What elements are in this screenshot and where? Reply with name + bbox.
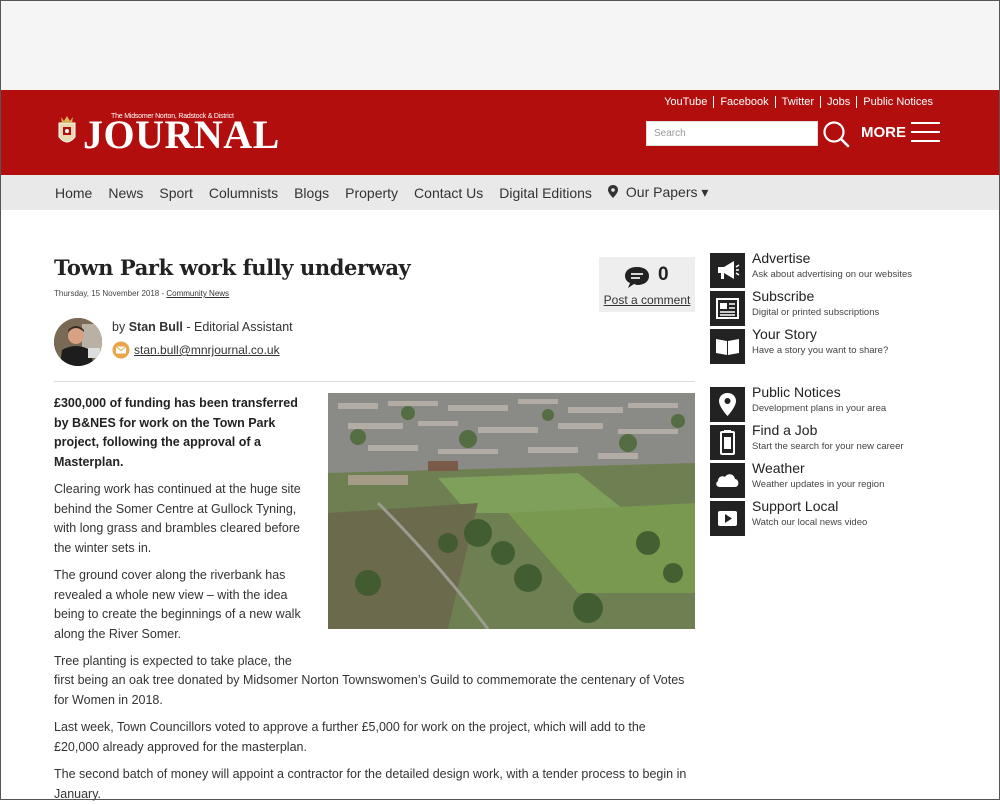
nav-item-home[interactable]: Home <box>55 185 92 201</box>
crest-icon <box>58 116 76 143</box>
article-title: Town Park work fully underway <box>54 255 411 280</box>
nav-item-our-papers[interactable]: Our Papers ▾ <box>607 184 709 201</box>
sidebar-item-title: Find a Job <box>752 422 818 438</box>
sidebar-item-title: Support Local <box>752 498 839 514</box>
site-header: The Midsomer Norton, Radstock & District… <box>1 90 999 175</box>
sidebar-item-find-a-job[interactable]: Find a Job Start the search for your new… <box>710 422 970 460</box>
sidebar-item-title: Advertise <box>752 250 811 266</box>
author-photo-icon <box>54 318 102 366</box>
sidebar-item-title: Your Story <box>752 326 817 342</box>
nav-item-property[interactable]: Property <box>345 185 398 201</box>
sidebar-item-weather[interactable]: Weather Weather updates in your region <box>710 460 970 498</box>
ad-banner-area <box>1 1 999 90</box>
aerial-town-photo <box>328 393 695 629</box>
sidebar-item-advertise[interactable]: Advertise Ask about advertising on our w… <box>710 250 970 288</box>
top-link-twitter[interactable]: Twitter <box>774 96 820 108</box>
author-email-link[interactable]: stan.bull@mnrjournal.co.uk <box>134 343 280 357</box>
article-paragraph-4: Last week, Town Councillors voted to app… <box>54 720 646 754</box>
article-category-link[interactable]: Community News <box>166 289 229 298</box>
article-paragraph-5: The second batch of money will appoint a… <box>54 767 687 801</box>
more-menu-label[interactable]: MORE <box>861 124 906 141</box>
site-logo[interactable]: The Midsomer Norton, Radstock & District… <box>55 110 279 155</box>
top-link-youtube[interactable]: YouTube <box>658 96 713 108</box>
email-icon <box>112 341 130 359</box>
book-icon <box>710 329 745 364</box>
post-comment-link[interactable]: Post a comment <box>599 293 695 307</box>
sidebar-item-subtitle: Ask about advertising on our websites <box>752 269 913 280</box>
top-links: YouTube Facebook Twitter Jobs Public Not… <box>658 96 939 108</box>
nav-item-columnists[interactable]: Columnists <box>209 185 278 201</box>
newspaper-icon <box>710 291 745 326</box>
briefcase-icon <box>710 425 745 460</box>
author-avatar <box>54 318 102 366</box>
author-role: - Editorial Assistant <box>186 320 293 334</box>
sidebar-item-subtitle: Have a story you want to share? <box>752 345 889 356</box>
byline-prefix: by <box>112 320 126 334</box>
top-link-facebook[interactable]: Facebook <box>713 96 774 108</box>
video-play-icon <box>710 501 745 536</box>
top-link-public-notices[interactable]: Public Notices <box>856 96 939 108</box>
article-paragraph-3b: first being an oak tree donated by Midso… <box>54 673 685 707</box>
sidebar-item-subtitle: Development plans in your area <box>752 403 887 414</box>
sidebar-item-subtitle: Start the search for your new career <box>752 441 904 452</box>
megaphone-icon <box>710 253 745 288</box>
location-pin-icon <box>607 185 618 198</box>
article-meta: Thursday, 15 November 2018 - Community N… <box>54 289 230 298</box>
sidebar-item-title: Public Notices <box>752 384 841 400</box>
author-byline: by Stan Bull - Editorial Assistant <box>112 320 293 334</box>
nav-item-news[interactable]: News <box>108 185 143 201</box>
sidebar-item-your-story[interactable]: Your Story Have a story you want to shar… <box>710 326 970 364</box>
article-lead: £300,000 of funding has been transferred… <box>54 396 298 469</box>
sidebar-item-title: Subscribe <box>752 288 815 304</box>
sidebar-item-subscribe[interactable]: Subscribe Digital or printed subscriptio… <box>710 288 970 326</box>
comment-bubble-icon <box>625 267 649 288</box>
nav-item-blogs[interactable]: Blogs <box>294 185 329 201</box>
search-input[interactable]: Search <box>646 121 818 146</box>
our-papers-label: Our Papers ▾ <box>625 184 709 200</box>
sidebar-item-subtitle: Digital or printed subscriptions <box>752 307 880 318</box>
comment-count: 0 <box>658 264 669 285</box>
location-pin-icon <box>710 387 745 422</box>
sidebar-item-title: Weather <box>752 460 805 476</box>
hamburger-menu-icon[interactable] <box>911 122 940 144</box>
comments-box[interactable]: 0 Post a comment <box>599 257 695 312</box>
article-paragraph-2: The ground cover along the riverbank has… <box>54 568 301 641</box>
author-name[interactable]: Stan Bull <box>129 320 183 334</box>
nav-item-sport[interactable]: Sport <box>159 185 192 201</box>
sidebar-item-subtitle: Watch our local news video <box>752 517 868 528</box>
search-icon[interactable] <box>822 120 850 148</box>
logo-text: JOURNAL <box>83 112 280 157</box>
article-photo <box>328 393 695 629</box>
article-date: Thursday, 15 November 2018 <box>54 289 160 298</box>
nav-item-digital-editions[interactable]: Digital Editions <box>499 185 592 201</box>
divider <box>54 381 695 382</box>
article-paragraph-3a: Tree planting is expected to take place,… <box>54 654 292 668</box>
sidebar-item-support-local[interactable]: Support Local Watch our local news video <box>710 498 970 536</box>
sidebar-item-public-notices[interactable]: Public Notices Development plans in your… <box>710 384 970 422</box>
cloud-icon <box>710 463 745 498</box>
article-paragraph-1: Clearing work has continued at the huge … <box>54 482 301 555</box>
nav-item-contact-us[interactable]: Contact Us <box>414 185 483 201</box>
sidebar-item-subtitle: Weather updates in your region <box>752 479 885 490</box>
main-nav: Home News Sport Columnists Blogs Propert… <box>1 175 999 210</box>
top-link-jobs[interactable]: Jobs <box>820 96 856 108</box>
